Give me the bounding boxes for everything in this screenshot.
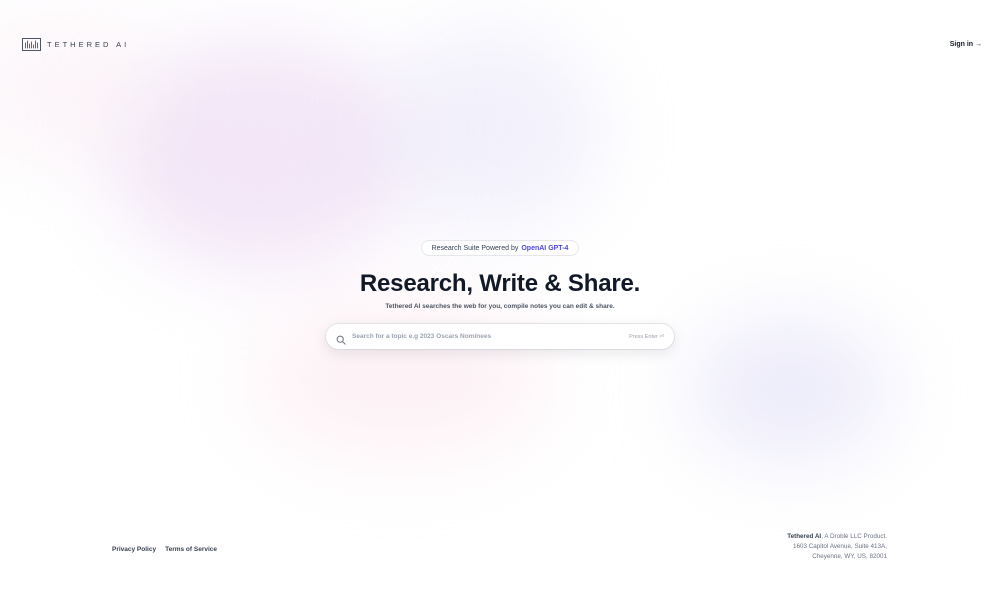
terms-of-service-link[interactable]: Terms of Service [165, 546, 217, 553]
company-name: Tethered AI [787, 533, 822, 540]
privacy-policy-link[interactable]: Privacy Policy [112, 546, 156, 553]
footer-links: Privacy Policy Terms of Service [112, 546, 217, 553]
sign-in-link[interactable]: Sign in → [950, 41, 982, 48]
header: TETHERED AI Sign in → [22, 36, 982, 52]
badge-prefix: Research Suite Powered by [431, 244, 519, 252]
badge-accent[interactable]: OpenAI GPT-4 [521, 245, 568, 252]
page-title: Research, Write & Share. [359, 270, 641, 297]
company-suffix: , A Droble LLC Product. [821, 533, 887, 540]
hero: Research Suite Powered by OpenAI GPT-4 R… [0, 240, 1000, 349]
search-bar[interactable]: Press Enter ⏎ [326, 324, 674, 349]
address-line-2: Cheyenne, WY, US, 82001 [812, 553, 887, 560]
search-input[interactable] [352, 333, 630, 340]
page-subtitle: Tethered AI searches the web for you, co… [385, 303, 615, 310]
powered-by-badge: Research Suite Powered by OpenAI GPT-4 [420, 240, 580, 256]
logo-text: TETHERED AI [47, 39, 130, 49]
company-address: Tethered AI, A Droble LLC Product. 1603 … [787, 532, 887, 562]
press-enter-hint: Press Enter ⏎ [629, 333, 664, 340]
address-line-1: 1603 Capitol Avenue, Suite 413A, [792, 543, 887, 550]
logo[interactable]: TETHERED AI [22, 37, 130, 51]
company-line: Tethered AI, A Droble LLC Product. [787, 532, 887, 542]
waveform-logo-icon [22, 37, 41, 51]
background-blob [380, 30, 600, 230]
background-blob [110, 40, 410, 270]
page: TETHERED AI Sign in → Research Suite Pow… [0, 0, 1000, 600]
search-icon [336, 332, 346, 345]
